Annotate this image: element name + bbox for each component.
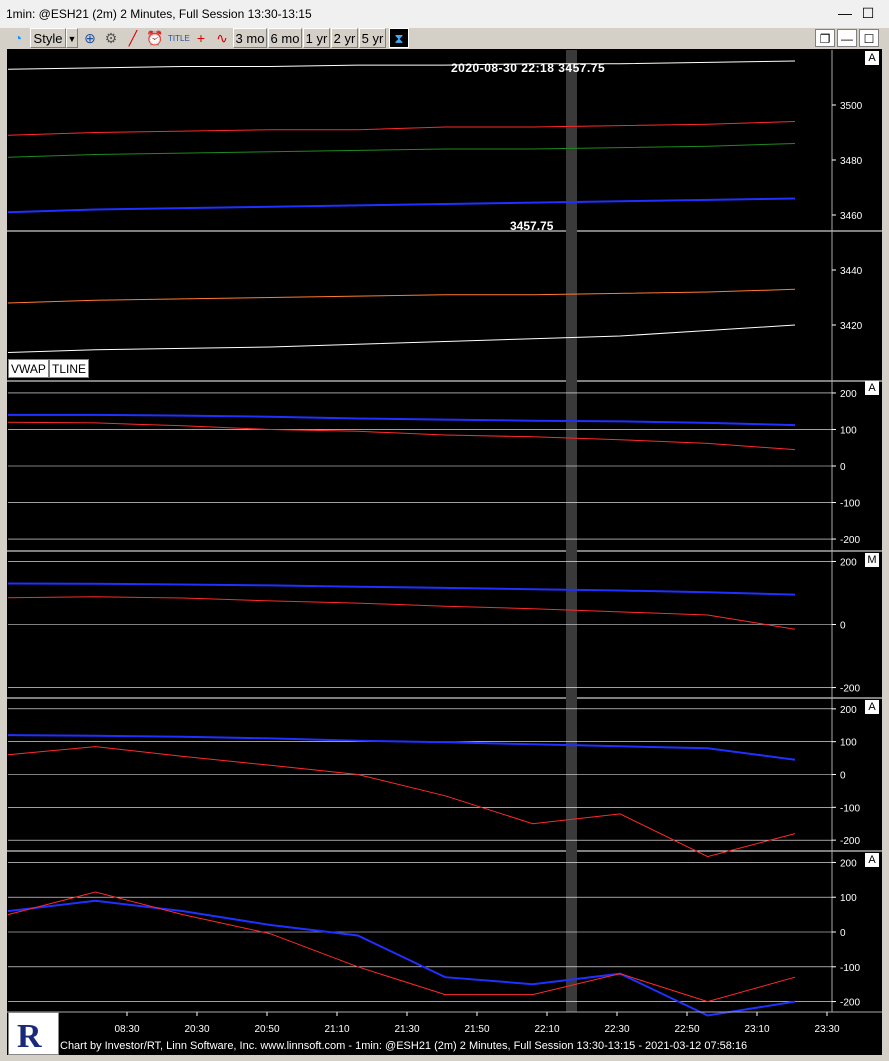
series-line-blue: [7, 899, 796, 1017]
series-line-blue: [7, 582, 796, 596]
y-tick-label: 3420: [840, 321, 863, 332]
series-line-red: [7, 121, 796, 136]
y-tick-label: -200: [840, 998, 860, 1009]
linn-logo: R: [8, 1012, 59, 1055]
y-tick-label: 200: [840, 557, 857, 568]
crosshair-date-label: 2020-08-30 22:18 3457.75: [451, 61, 606, 75]
x-tick-label: 22:10: [534, 1024, 559, 1035]
svg-text:R: R: [17, 1018, 42, 1054]
x-tick-label: 21:30: [394, 1024, 419, 1035]
panel-label-osc2[interactable]: M: [865, 553, 879, 567]
chart-svg: 3500 3480 3460 3440 3420 200 100 0 -100 -200 200 0 -…: [7, 50, 882, 1035]
y-tick-label: -100: [840, 803, 860, 814]
crosshair-band: [566, 50, 577, 1012]
y-tick-label: -200: [840, 836, 860, 847]
x-tick-label: 23:30: [814, 1024, 839, 1035]
y-tick-label: 200: [840, 389, 857, 400]
series-line-blue: [7, 197, 796, 214]
x-tick-label: 08:30: [114, 1024, 139, 1035]
y-tick-label: -100: [840, 499, 860, 510]
y-tick-label: 200: [840, 705, 857, 716]
y-tick-label: 0: [840, 462, 846, 473]
y-tick-label: 0: [840, 771, 846, 782]
x-tick-label: 22:30: [604, 1024, 629, 1035]
y-tick-label: 0: [840, 928, 846, 939]
y-tick-label: 100: [840, 425, 857, 436]
x-tick-label: 20:30: [184, 1024, 209, 1035]
y-tick-label: -200: [840, 684, 860, 695]
vwap-button[interactable]: VWAP: [8, 359, 49, 378]
x-tick-label: 21:50: [464, 1024, 489, 1035]
y-tick-label: 100: [840, 738, 857, 749]
y-tick-label: -200: [840, 535, 860, 546]
y-tick-label: 200: [840, 858, 857, 869]
panel-label-osc4[interactable]: A: [865, 853, 879, 867]
y-tick-label: 100: [840, 893, 857, 904]
y-tick-label: 3460: [840, 211, 863, 222]
chart-footer: Chart by Investor/RT, Linn Software, Inc…: [60, 1040, 748, 1052]
series-line-orange: [7, 288, 796, 304]
panel-label-osc1[interactable]: A: [865, 381, 879, 395]
crosshair-price-label: 3457.75: [510, 219, 554, 233]
x-tick-label: 23:10: [744, 1024, 769, 1035]
y-tick-label: -100: [840, 963, 860, 974]
series-line-red: [7, 421, 796, 451]
series-line-green: [7, 143, 796, 158]
series-line-white-lower: [7, 324, 796, 353]
panel-label-osc3[interactable]: A: [865, 700, 879, 714]
y-tick-label: 0: [840, 621, 846, 632]
series-line-white: [7, 60, 796, 70]
x-tick-label: 22:50: [674, 1024, 699, 1035]
x-tick-label: 21:10: [324, 1024, 349, 1035]
y-tick-label: 3440: [840, 266, 863, 277]
panel-label-price[interactable]: A: [865, 51, 879, 65]
series-line-red: [7, 891, 796, 1003]
tline-button[interactable]: TLINE: [49, 359, 90, 378]
series-line-blue: [7, 734, 796, 761]
x-tick-label: 20:50: [254, 1024, 279, 1035]
y-tick-label: 3480: [840, 156, 863, 167]
y-tick-label: 3500: [840, 101, 863, 112]
